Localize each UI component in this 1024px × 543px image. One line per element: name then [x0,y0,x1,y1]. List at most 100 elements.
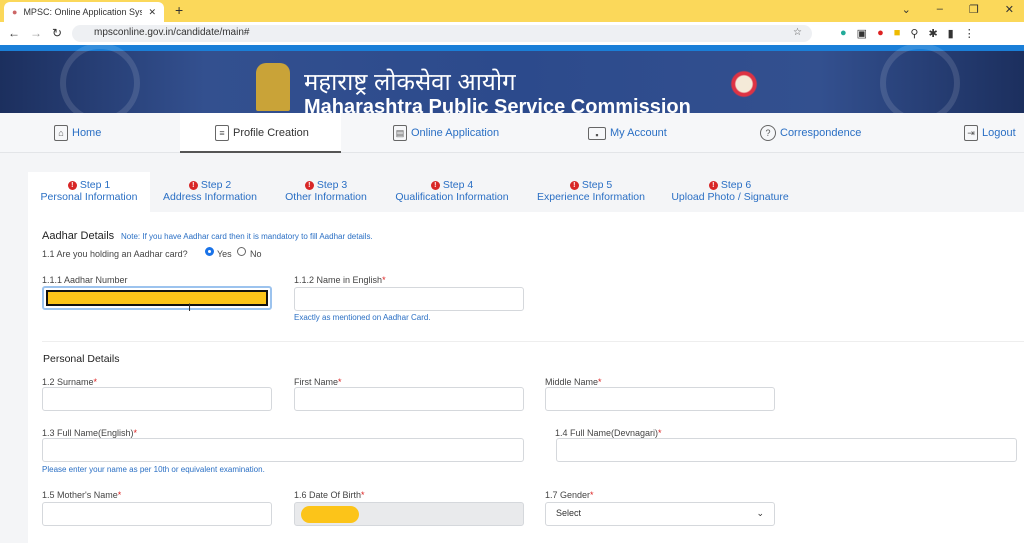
step-tabs: ! Step 1 Personal Information ! Step 2 Addre… [28,172,1024,212]
nav-home[interactable]: ⌂ Home [54,113,101,153]
question-circle-icon: ? [760,125,776,141]
aadhar-name-hint: Exactly as mentioned on Aadhar Card. [294,313,431,322]
logout-icon: ⇥ [964,125,978,141]
nav-label: Correspondence [780,127,862,139]
step-number: Step 2 [200,179,232,191]
redaction-mark [46,290,268,306]
aadhar-question: 1.1 Are you holding an Aadhar card? [42,249,188,259]
step-label: Upload Photo / Signature [671,191,789,203]
national-emblem-logo [256,63,290,111]
home-icon: ⌂ [54,125,68,141]
middle-name-input[interactable] [545,387,775,411]
full-name-devnagari-input[interactable] [556,438,1017,462]
radio-no-label: No [250,249,262,259]
required-mark: * [598,377,602,387]
aadhar-number-label: 1.1.1 Aadhar Number [42,275,128,285]
step-number: Step 3 [316,179,348,191]
reload-icon[interactable]: ↻ [52,26,62,40]
minimize-icon[interactable]: – [937,3,943,16]
document-icon: ≡ [215,125,229,141]
extensions-area: ● ▣ ● ■ ⚲ ✱ ▮ ⋮ [840,27,975,40]
mpsc-logo [725,65,763,103]
step-label: Qualification Information [395,191,509,203]
close-tab-icon[interactable]: ✕ [148,7,156,18]
emblem-watermark [880,43,960,123]
step-label: Experience Information [537,191,645,203]
browser-tab[interactable]: ● MPSC: Online Application System ✕ [4,2,164,22]
alert-icon: ! [708,180,718,190]
close-window-icon[interactable]: ✕ [1005,3,1014,16]
step-number: Step 4 [442,179,474,191]
first-name-label: First Name [294,377,339,387]
zoom-icon[interactable]: ⚲ [910,27,918,40]
required-mark: * [361,490,365,500]
nav-label: Home [72,127,102,139]
sidebar-icon[interactable]: ▮ [948,27,954,40]
step-number: Step 1 [79,179,111,191]
nav-my-account[interactable]: ▪ My Account [588,113,667,153]
alert-icon: ! [569,180,579,190]
tab-step-6[interactable]: ! Step 6 Upload Photo / Signature [668,172,792,212]
form-panel [28,212,1024,543]
mother-name-label: 1.5 Mother's Name [42,490,118,500]
tab-step-1[interactable]: ! Step 1 Personal Information [28,172,150,212]
forward-icon[interactable]: → [30,26,42,40]
radio-yes-label: Yes [217,249,232,259]
nav-label: Logout [982,127,1016,139]
surname-input[interactable] [42,387,272,411]
required-mark: * [117,490,122,500]
gender-select[interactable]: Select ⌄ [545,502,775,526]
mother-name-input[interactable] [42,502,272,526]
radio-yes[interactable] [205,247,214,256]
extension-icon[interactable]: ▣ [857,27,867,40]
aadhar-number-input[interactable] [42,286,272,310]
tab-step-4[interactable]: ! Step 4 Qualification Information [390,172,514,212]
extension-icon[interactable]: ● [877,27,884,40]
chevron-down-icon: ⌄ [756,508,764,518]
step-label: Personal Information [40,191,138,203]
surname-label: 1.2 Surname [42,377,94,387]
nav-online-application[interactable]: ▤ Online Application [393,113,499,153]
alert-icon: ! [430,180,440,190]
tab-search-icon[interactable]: ⌄ [902,3,911,16]
emblem-watermark [60,43,140,123]
alert-icon: ! [67,180,77,190]
nav-label: Online Application [411,127,500,139]
required-mark: * [658,428,662,438]
nav-profile-creation[interactable]: ≡ Profile Creation [215,113,309,153]
new-tab-icon[interactable]: + [175,2,183,18]
maximize-icon[interactable]: ❐ [969,3,979,16]
gender-label: 1.7 Gender [545,490,591,500]
dob-input[interactable] [294,502,524,526]
divider [42,341,1024,342]
aadhar-note: Note: If you have Aadhar card then it is… [121,232,373,241]
back-icon[interactable]: ← [8,26,20,40]
menu-icon[interactable]: ⋮ [964,27,975,40]
full-name-devnagari-label: 1.4 Full Name(Devnagari) [555,428,659,438]
tab-title: MPSC: Online Application System [23,7,143,17]
aadhar-name-label: 1.1.2 Name in English [294,275,383,285]
radio-no[interactable] [237,247,246,256]
nav-logout[interactable]: ⇥ Logout [964,113,1016,153]
banner-title-english: Maharashtra Public Service Commission [304,96,691,113]
puzzle-icon[interactable]: ✱ [928,27,937,40]
main-nav: ⌂ Home ≡ Profile Creation ▤ Online Applicat… [0,113,1024,153]
aadhar-name-input[interactable] [294,287,524,311]
tab-step-5[interactable]: ! Step 5 Experience Information [532,172,650,212]
tab-step-3[interactable]: ! Step 3 Other Information [278,172,374,212]
bookmark-star-icon[interactable]: ☆ [793,27,802,38]
first-name-input[interactable] [294,387,524,411]
header-banner: महाराष्ट्र लोकसेवा आयोग Maharashtra Publ… [0,43,1024,123]
required-mark: * [590,490,594,500]
nav-correspondence[interactable]: ? Correspondence [760,113,861,153]
nav-label: My Account [610,127,667,139]
extension-icon[interactable]: ■ [894,27,901,40]
url-bar[interactable]: mpsconline.gov.in/candidate/main# ☆ [72,25,812,42]
tab-step-2[interactable]: ! Step 2 Address Information [158,172,262,212]
alert-icon: ! [304,180,314,190]
full-name-english-input[interactable] [42,438,524,462]
extension-icon[interactable]: ● [840,27,847,40]
required-mark: * [338,377,342,387]
step-number: Step 6 [720,179,752,191]
application-icon: ▤ [393,125,407,141]
